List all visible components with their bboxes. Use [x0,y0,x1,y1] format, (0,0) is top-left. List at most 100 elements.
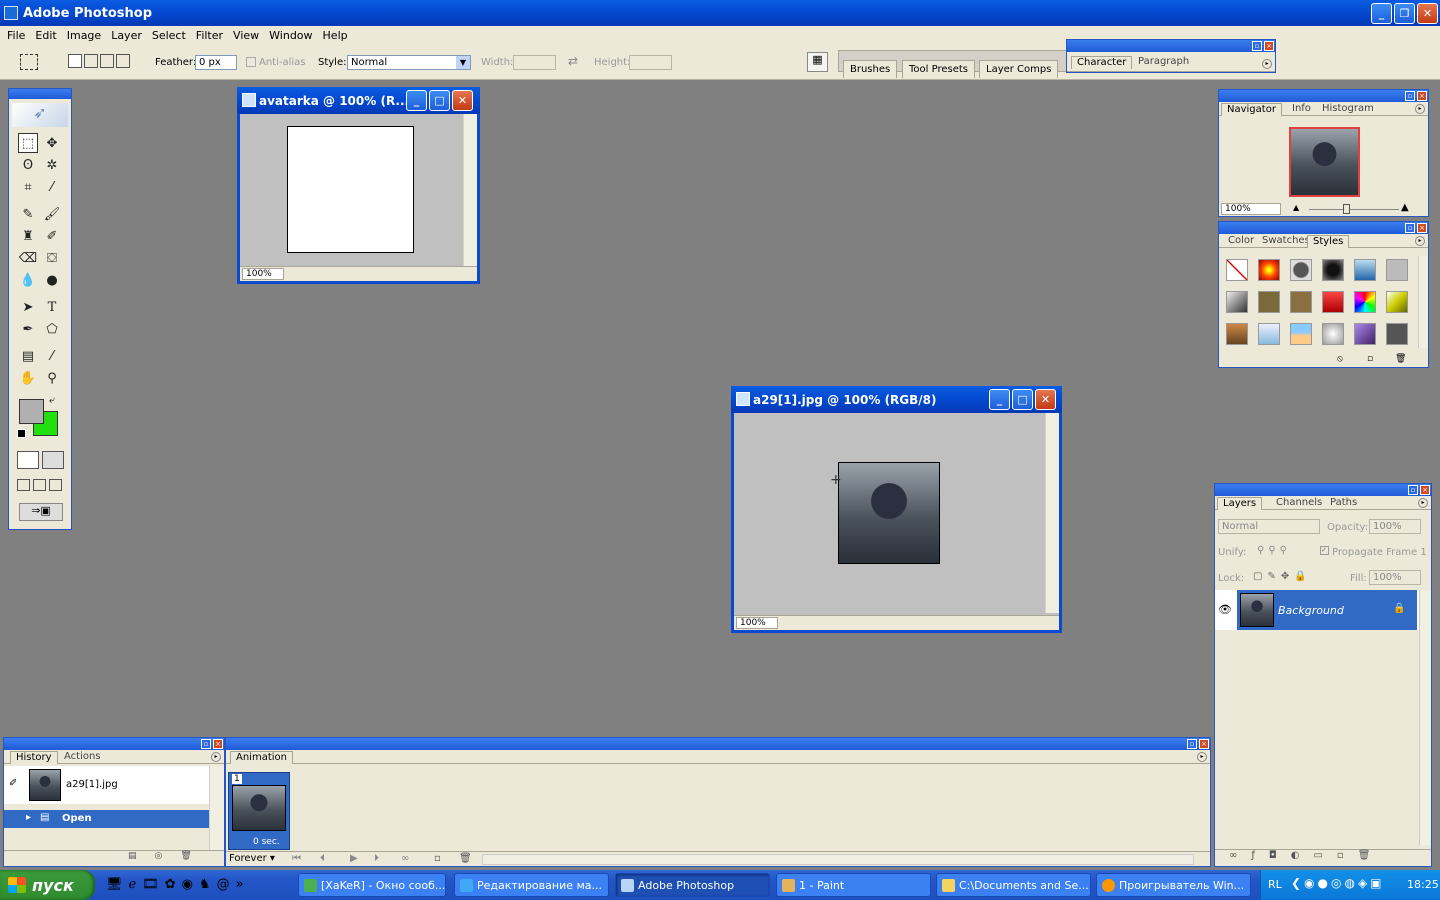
menu-filter[interactable]: Filter [191,29,228,42]
task-xaker[interactable]: [XaKeR] - Окно сооб... [298,873,446,897]
zoom-slider-thumb[interactable] [1343,204,1350,214]
style-dark-bevel[interactable] [1290,259,1312,281]
tab-styles[interactable]: Styles [1307,235,1350,248]
style-gray[interactable] [1386,259,1408,281]
lock-icons[interactable]: ▢✎✥🔒 [1253,571,1312,582]
palette-minimize-button[interactable]: ▫ [1252,41,1262,51]
blur-tool-icon[interactable]: 💧 [18,270,38,290]
default-colors-icon[interactable] [17,429,26,438]
palette-minimize-button[interactable]: ▫ [1405,91,1415,101]
paint-bucket-tool-icon[interactable]: ⛋ [42,248,62,268]
tab-color[interactable]: Color [1223,235,1259,248]
path-selection-tool-icon[interactable]: ➤ [18,297,38,317]
opacity-input[interactable]: 100% [1369,519,1421,534]
tab-tool-presets[interactable]: Tool Presets [902,60,975,78]
palette-well-icon[interactable]: ▦ [807,52,828,72]
palette-menu-icon[interactable]: ▸ [1197,752,1207,762]
width-input[interactable] [513,55,556,70]
screen-mode-menu-icon[interactable] [33,479,46,491]
new-selection-icon[interactable] [68,54,82,68]
palette-menu-icon[interactable]: ▸ [1418,498,1428,508]
menu-select[interactable]: Select [147,29,191,42]
feather-input[interactable]: 0 px [195,55,237,70]
history-step-row[interactable]: ▸ ▤ Open [4,810,209,828]
menu-layer[interactable]: Layer [106,29,147,42]
menu-edit[interactable]: Edit [30,29,61,42]
palette-close-button[interactable]: × [1264,41,1274,51]
style-fire[interactable] [1258,259,1280,281]
menu-image[interactable]: Image [62,29,106,42]
task-paint[interactable]: 1 - Paint [776,873,931,897]
doc-maximize-button[interactable]: □ [429,90,450,111]
fill-input[interactable]: 100% [1369,570,1421,585]
subtract-selection-icon[interactable] [100,54,114,68]
history-footer-icons[interactable]: ▤◎🗑 [4,850,224,866]
palette-minimize-button[interactable]: ▫ [201,739,211,749]
unify-icons[interactable]: ⚲⚲⚲ [1257,545,1291,556]
antialias-checkbox[interactable] [246,57,256,67]
soldier-image[interactable] [838,462,940,564]
style-select[interactable]: Normal ▼ [347,55,471,70]
navigator-zoom-field[interactable]: 100% [1221,203,1281,215]
standard-mode-icon[interactable] [17,451,39,469]
palette-close-button[interactable]: × [1417,91,1427,101]
blend-mode-select[interactable]: Normal [1218,519,1320,534]
layers-scrollbar[interactable] [1419,590,1431,845]
clone-stamp-tool-icon[interactable]: ♜ [18,226,38,246]
doc-minimize-button[interactable]: _ [989,389,1010,410]
eyedropper-tool-icon[interactable]: ⁄ [42,346,62,366]
tab-paragraph[interactable]: Paragraph [1133,56,1194,69]
trash-icon[interactable]: 🗑 [1395,354,1406,364]
blank-canvas[interactable] [287,126,414,253]
style-copper[interactable] [1226,323,1248,345]
tween-icon[interactable]: ∞ [401,853,409,864]
style-sparkle[interactable] [1322,323,1344,345]
animation-scrollbar[interactable] [482,854,1194,865]
style-dark-gray[interactable] [1386,323,1408,345]
new-style-icon[interactable]: ▫ [1367,354,1373,364]
play-icon[interactable]: ▶ [350,853,358,864]
eye-icon[interactable]: 👁 [1215,590,1235,630]
start-button[interactable]: пуск [0,870,95,900]
lasso-tool-icon[interactable]: ʘ [18,155,38,175]
palette-close-button[interactable]: × [1417,223,1427,233]
clear-style-icon[interactable]: ⦸ [1337,354,1343,364]
palette-menu-icon[interactable]: ▸ [1262,59,1272,69]
history-brush-source-icon[interactable]: ✐ [9,778,17,789]
previous-frame-icon[interactable]: ⏴ [320,853,325,864]
quick-mask-icon[interactable] [42,451,64,469]
swap-colors-icon[interactable]: ⤶ [49,395,55,406]
zoom-in-icon[interactable]: ▲ [1401,202,1409,213]
vertical-scrollbar[interactable] [1045,413,1059,613]
style-black-glass[interactable] [1322,259,1344,281]
healing-brush-tool-icon[interactable]: ✎ [18,204,38,224]
doc-close-button[interactable]: ✕ [452,90,473,111]
palette-minimize-button[interactable]: ▫ [1405,223,1415,233]
history-scrollbar[interactable] [209,766,224,850]
loop-select[interactable]: Forever ▾ [229,853,275,864]
palette-menu-icon[interactable]: ▸ [1415,236,1425,246]
style-rainbow[interactable] [1354,291,1376,313]
style-gold-dark[interactable] [1290,291,1312,313]
vertical-scrollbar[interactable] [463,114,477,267]
eraser-tool-icon[interactable]: ⌫ [18,248,38,268]
navigator-preview[interactable] [1289,127,1360,197]
style-blue-glass[interactable] [1354,259,1376,281]
duplicate-frame-icon[interactable]: ▫ [434,853,441,864]
style-purple[interactable] [1354,323,1376,345]
screen-mode-full-icon[interactable] [49,479,62,491]
task-media-player[interactable]: Проигрыватель Win... [1096,873,1251,897]
zoom-field[interactable]: 100% [736,617,778,629]
task-photoshop[interactable]: Adobe Photoshop [615,873,770,897]
move-tool-icon[interactable]: ✥ [42,133,62,153]
task-browser[interactable]: Редактирование ма... [454,873,609,897]
menu-view[interactable]: View [228,29,264,42]
zoom-slider[interactable] [1309,209,1399,210]
close-button[interactable]: ✕ [1417,3,1438,24]
next-frame-icon[interactable]: ⏵ [374,853,379,864]
doc-close-button[interactable]: ✕ [1035,389,1056,410]
layer-row-background[interactable]: Background 🔒 [1237,590,1417,630]
tab-character[interactable]: Character [1071,56,1133,69]
delete-frame-icon[interactable]: 🗑 [459,853,472,864]
palette-close-button[interactable]: × [1199,739,1209,749]
